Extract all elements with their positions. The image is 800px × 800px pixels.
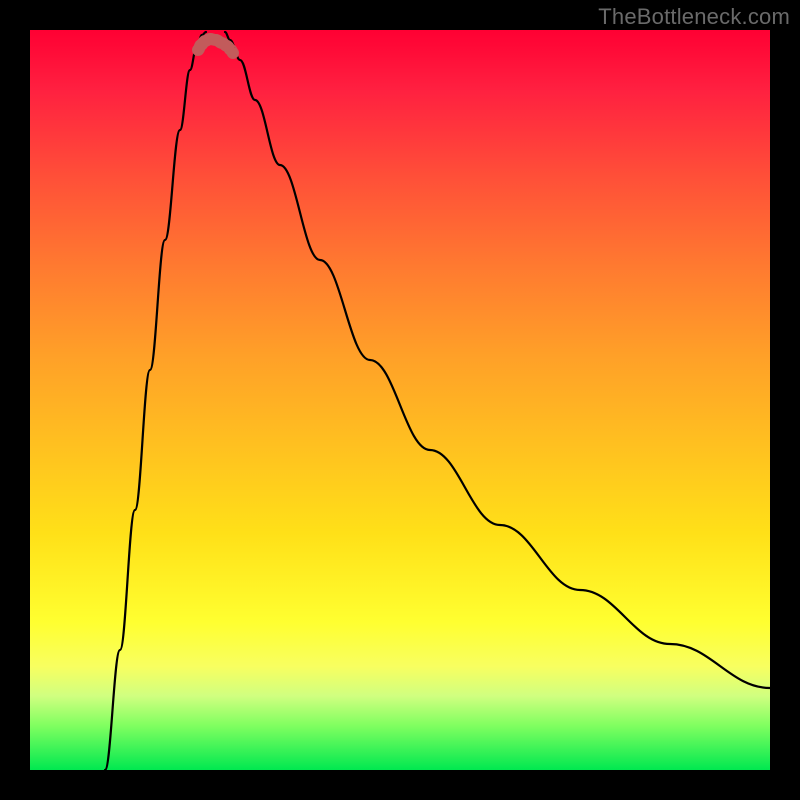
curve-right-branch xyxy=(225,32,770,688)
chart-plot-area xyxy=(30,30,770,770)
curve-left-branch xyxy=(105,32,206,770)
watermark-source: TheBottleneck.com xyxy=(598,4,790,30)
notch-mark xyxy=(198,39,233,53)
bottleneck-chart-svg xyxy=(30,30,770,770)
